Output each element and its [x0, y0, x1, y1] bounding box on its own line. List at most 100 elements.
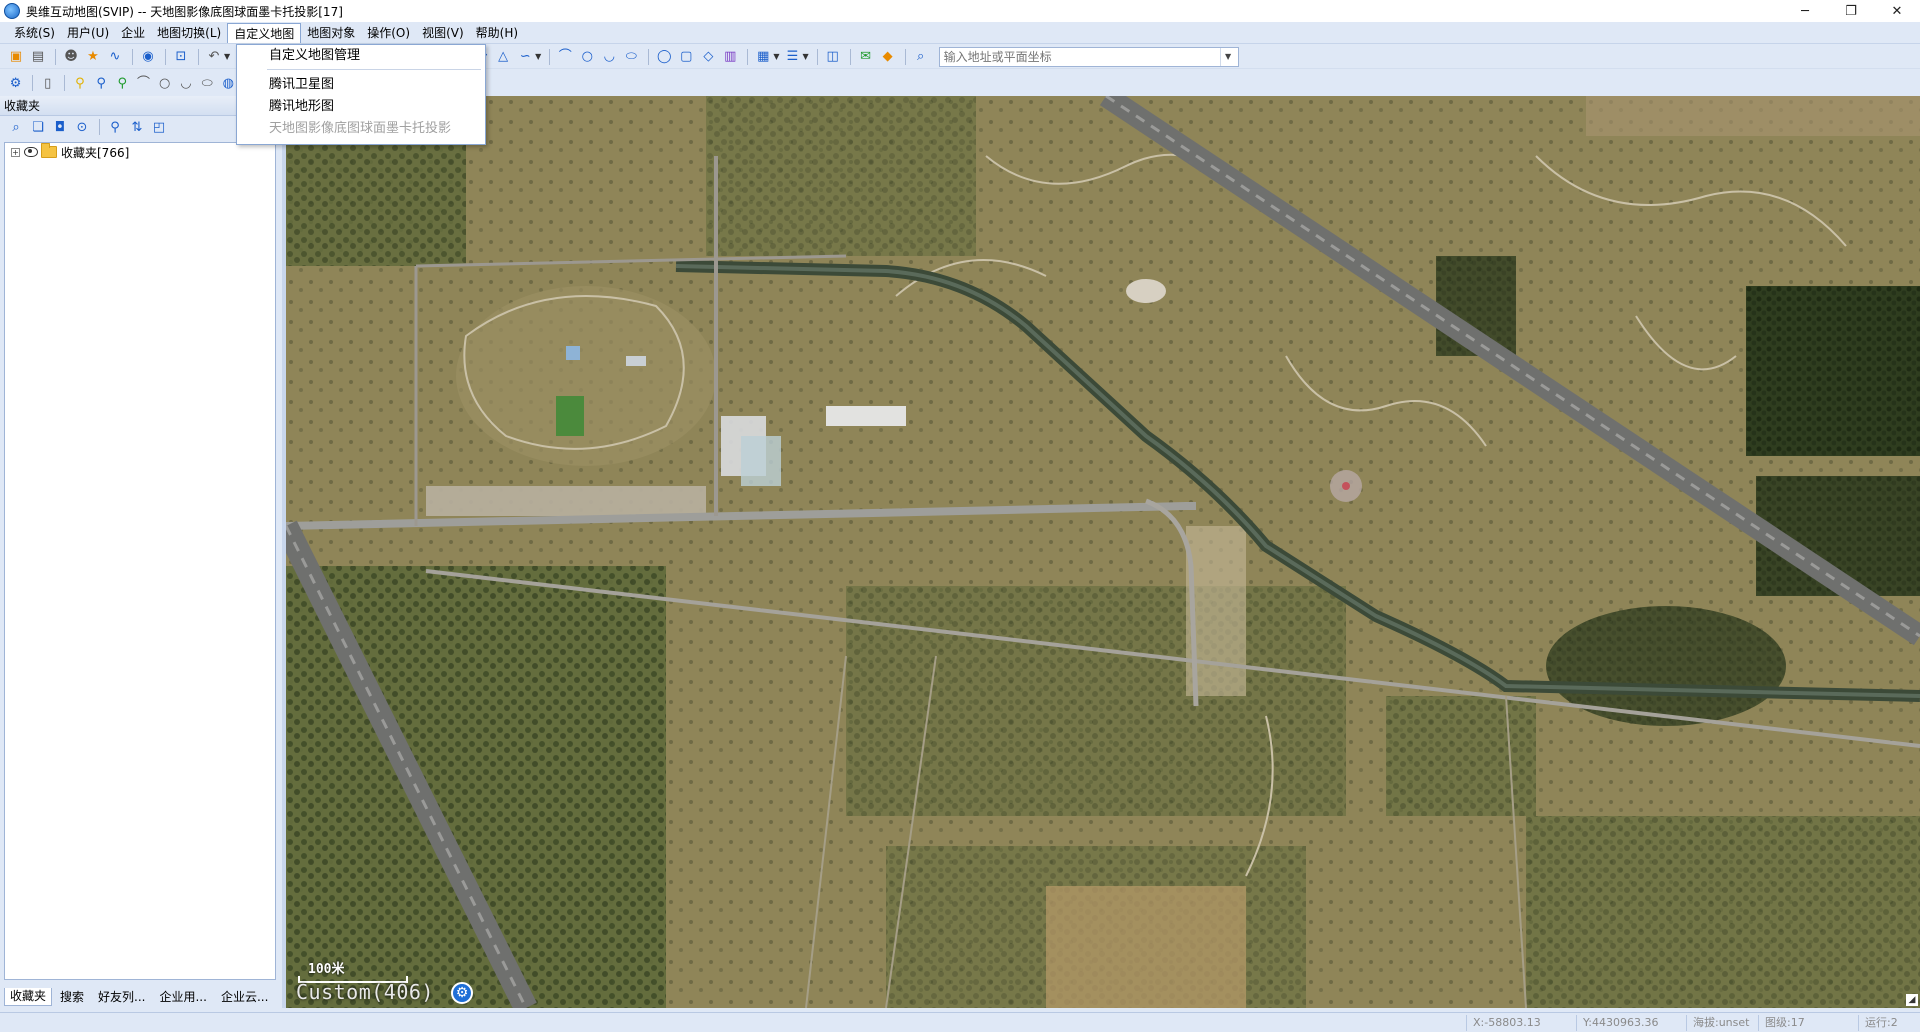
- minimize-button[interactable]: ─: [1782, 0, 1828, 22]
- toolbar-divider: [132, 48, 133, 65]
- menu-separator: [267, 69, 481, 70]
- map-view[interactable]: 100米 Custom(406) ⚙ ◢: [286, 96, 1920, 1008]
- visibility-eye-icon[interactable]: [24, 147, 38, 157]
- menu-item-tianditu-imagery: 天地图影像底图球面墨卡托投影: [269, 121, 452, 136]
- restore-button[interactable]: ❐: [1828, 0, 1874, 22]
- vip-diamond-icon[interactable]: ◆: [878, 47, 898, 67]
- arc-outline-icon[interactable]: ◡: [176, 73, 195, 93]
- document-icon[interactable]: ▯: [38, 73, 57, 93]
- favorites-tree[interactable]: + 收藏夹[766]: [4, 142, 276, 980]
- search-dropdown-icon[interactable]: ▼: [1219, 47, 1236, 66]
- polygon-icon[interactable]: △: [493, 47, 513, 67]
- list-dropdown-icon[interactable]: ▼: [802, 52, 808, 61]
- arc-icon[interactable]: ◡: [599, 47, 619, 67]
- menu-enterprise[interactable]: 企业: [115, 23, 151, 43]
- panel-window-icon[interactable]: ◰: [149, 117, 169, 137]
- pin-green-icon[interactable]: ⚲: [113, 73, 132, 93]
- toolbar-divider: [549, 48, 551, 65]
- favorite-star-icon[interactable]: ★: [83, 47, 103, 67]
- address-search-box[interactable]: ▼: [938, 46, 1239, 67]
- window-controls: ─ ❐ ✕: [1782, 0, 1920, 22]
- ellipse-outline-icon[interactable]: ⬭: [198, 73, 217, 93]
- panel-marker-icon[interactable]: ⚲: [105, 117, 125, 137]
- pin-blue-icon[interactable]: ⚲: [92, 73, 111, 93]
- settings-gear-icon[interactable]: ⚙: [6, 73, 25, 93]
- menu-operation[interactable]: 操作(O): [361, 23, 416, 43]
- tab-favorites[interactable]: 收藏夹: [4, 988, 53, 1006]
- undo-dropdown-icon[interactable]: ▼: [224, 52, 230, 61]
- toolbar-divider: [32, 75, 34, 91]
- curve-icon[interactable]: ∽: [515, 47, 535, 67]
- menu-item-custom-map-manage[interactable]: 自定义地图管理: [237, 45, 485, 67]
- tree-item-label: 收藏夹[766]: [61, 145, 130, 160]
- ellipse-icon[interactable]: ⬭: [621, 47, 641, 67]
- map-source-label: Custom(406): [296, 980, 434, 1004]
- tab-search[interactable]: 搜索: [54, 988, 90, 1006]
- table-dropdown-icon[interactable]: ▼: [773, 52, 779, 61]
- status-bar: X:-58803.13 Y:4430963.36 海拔:unset 图级:17 …: [0, 1012, 1920, 1032]
- status-y-coordinate: Y:4430963.36: [1576, 1015, 1686, 1031]
- user-icon[interactable]: ☻: [61, 47, 81, 67]
- circle-select-icon[interactable]: ◯: [654, 47, 674, 67]
- road-icon[interactable]: ⌒: [134, 73, 153, 93]
- title-bar: 奥维互动地图(SVIP) -- 天地图影像底图球面墨卡托投影[17] ─ ❐ ✕: [0, 0, 1920, 22]
- close-button[interactable]: ✕: [1874, 0, 1920, 22]
- panel-copy-icon[interactable]: ❏: [28, 117, 48, 137]
- address-search-input[interactable]: [939, 47, 1220, 66]
- toolbar-divider: [198, 48, 199, 65]
- toolbar-divider: [849, 48, 851, 65]
- save-icon[interactable]: ▤: [28, 47, 48, 67]
- rect-select-icon[interactable]: ▢: [676, 47, 696, 67]
- panel-icon[interactable]: ◫: [823, 47, 843, 67]
- crop-icon[interactable]: ⊡: [171, 47, 191, 67]
- menu-item-tencent-terrain[interactable]: 腾讯地形图: [237, 96, 485, 118]
- search-icon[interactable]: ⌕: [911, 47, 931, 67]
- custom-map-dropdown: 自定义地图管理 腾讯卫星图 腾讯地形图 天地图影像底图球面墨卡托投影: [236, 44, 486, 145]
- secondary-toolbar: ⚙ ▯ ⚲ ⚲ ⚲ ⌒ ○ ◡ ⬭ ◍: [0, 71, 240, 95]
- table-icon[interactable]: ▦: [753, 47, 773, 67]
- panel-camera-icon[interactable]: ◘: [50, 117, 70, 137]
- menu-help[interactable]: 帮助(H): [470, 23, 524, 43]
- menu-view[interactable]: 视图(V): [416, 23, 470, 43]
- circle-icon[interactable]: ○: [577, 47, 597, 67]
- window-title: 奥维互动地图(SVIP) -- 天地图影像底图球面墨卡托投影[17]: [26, 4, 343, 19]
- toolbar-divider: [816, 48, 818, 65]
- toolbar-divider: [165, 48, 166, 65]
- toolbar-divider: [99, 119, 100, 135]
- menu-item-tencent-satellite[interactable]: 腾讯卫星图: [237, 74, 485, 96]
- toolbar-divider: [64, 75, 66, 91]
- toolbar-divider: [648, 48, 650, 65]
- menu-map-objects[interactable]: 地图对象: [301, 23, 361, 43]
- panel-tabs: 收藏夹 搜索 好友列... 企业用... 企业云...: [4, 988, 276, 1006]
- shape-select-icon[interactable]: ◇: [698, 47, 718, 67]
- layers-icon[interactable]: ▥: [720, 47, 740, 67]
- new-folder-icon[interactable]: ▣: [6, 47, 26, 67]
- expand-plus-icon[interactable]: +: [11, 147, 20, 157]
- menu-system[interactable]: 系统(S): [8, 23, 61, 43]
- tab-enterprise-cloud[interactable]: 企业云...: [215, 988, 274, 1006]
- route-icon[interactable]: ∿: [105, 47, 125, 67]
- toolbar-divider: [55, 48, 56, 65]
- message-icon[interactable]: ✉: [856, 47, 876, 67]
- circle-outline-icon[interactable]: ○: [155, 73, 174, 93]
- tab-friends[interactable]: 好友列...: [92, 988, 151, 1006]
- menu-custom-map[interactable]: 自定义地图: [227, 22, 302, 43]
- satellite-imagery: [286, 96, 1920, 1008]
- status-altitude: 海拔:unset: [1686, 1015, 1758, 1031]
- curve-dropdown-icon[interactable]: ▼: [535, 52, 541, 61]
- tree-item[interactable]: + 收藏夹[766]: [5, 143, 275, 161]
- menu-map-switch[interactable]: 地图切换(L): [151, 23, 227, 43]
- list-icon[interactable]: ☰: [782, 47, 802, 67]
- undo-icon[interactable]: ↶: [204, 47, 224, 67]
- panel-sort-icon[interactable]: ⇅: [127, 117, 147, 137]
- panel-locate-icon[interactable]: ⊙: [72, 117, 92, 137]
- pin-yellow-icon[interactable]: ⚲: [70, 73, 89, 93]
- sync-icon[interactable]: ◉: [138, 47, 158, 67]
- tab-enterprise-users[interactable]: 企业用...: [153, 988, 212, 1006]
- arc-line-icon[interactable]: ⌒: [555, 47, 575, 67]
- panel-search-icon[interactable]: ⌕: [6, 117, 26, 137]
- toolbar-divider: [904, 48, 906, 65]
- menu-user[interactable]: 用户(U): [61, 23, 115, 43]
- map-settings-gear-icon[interactable]: ⚙: [451, 982, 473, 1004]
- resize-corner-icon[interactable]: ◢: [1906, 994, 1918, 1006]
